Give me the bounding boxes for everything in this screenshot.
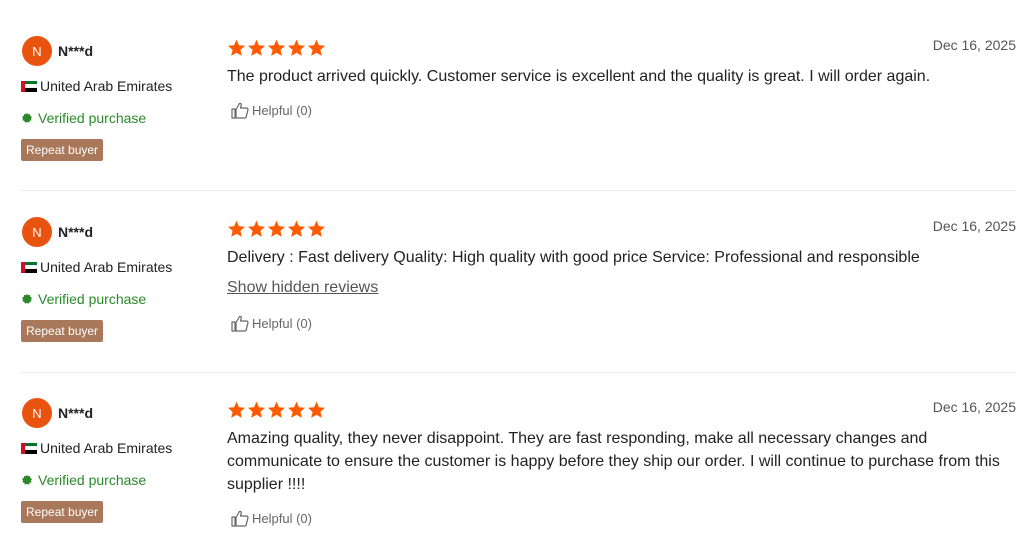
avatar: N <box>22 398 52 428</box>
star-icon <box>267 220 286 238</box>
star-icon <box>227 220 246 238</box>
uae-flag-icon <box>21 261 37 273</box>
thumbs-up-icon <box>231 510 249 527</box>
uae-flag-icon <box>21 442 37 454</box>
repeat-buyer-badge: Repeat buyer <box>21 139 104 161</box>
review-body: Dec 16, 2025 The product arrived quickly… <box>227 34 1016 119</box>
reviewer-name: N***d <box>58 405 94 421</box>
helpful-label: Helpful (0) <box>252 316 312 331</box>
star-icon <box>247 401 266 419</box>
star-icon <box>287 220 306 238</box>
review-item: N N***d United Arab Emirates Verified pu… <box>20 396 1016 536</box>
star-icon <box>287 39 306 57</box>
review-text: The product arrived quickly. Customer se… <box>227 68 931 85</box>
star-icon <box>227 39 246 57</box>
verified-icon <box>22 113 32 123</box>
verified-purchase-label: Verified purchase <box>38 472 147 488</box>
star-icon <box>287 401 306 419</box>
verified-purchase-label: Verified purchase <box>38 110 147 126</box>
review-item: N N***d United Arab Emirates Verified pu… <box>20 215 1016 373</box>
uae-flag-icon <box>21 80 37 92</box>
thumbs-up-icon <box>231 315 249 332</box>
reviewer-info: N N***d United Arab Emirates Verified pu… <box>20 215 220 342</box>
star-icon <box>307 39 326 57</box>
rating-stars <box>227 218 1016 240</box>
star-icon <box>227 401 246 419</box>
verified-purchase-label: Verified purchase <box>38 291 147 307</box>
review-item: N N***d United Arab Emirates Verified pu… <box>20 34 1016 191</box>
review-text: Amazing quality, they never disappoint. … <box>227 430 1000 493</box>
helpful-label: Helpful (0) <box>252 103 312 118</box>
star-icon <box>267 39 286 57</box>
reviewer-name: N***d <box>58 43 94 59</box>
reviewer-info: N N***d United Arab Emirates Verified pu… <box>20 396 220 523</box>
avatar: N <box>22 36 52 66</box>
rating-stars <box>227 399 1016 421</box>
star-icon <box>247 220 266 238</box>
review-text: Delivery : Fast delivery Quality: High q… <box>227 249 920 266</box>
helpful-button[interactable]: Helpful (0) <box>231 510 1016 527</box>
review-body: Dec 16, 2025 Delivery : Fast delivery Qu… <box>227 215 1016 332</box>
reviewer-country: United Arab Emirates <box>40 259 173 275</box>
star-icon <box>267 401 286 419</box>
verified-icon <box>22 294 32 304</box>
repeat-buyer-badge: Repeat buyer <box>21 501 104 523</box>
review-date: Dec 16, 2025 <box>932 399 1016 415</box>
helpful-button[interactable]: Helpful (0) <box>231 315 1016 332</box>
reviewer-name: N***d <box>58 224 94 240</box>
divider <box>20 372 1016 373</box>
divider <box>20 190 1016 191</box>
repeat-buyer-badge: Repeat buyer <box>21 320 104 342</box>
verified-icon <box>22 475 32 485</box>
star-icon <box>307 220 326 238</box>
helpful-button[interactable]: Helpful (0) <box>231 102 1016 119</box>
review-body: Dec 16, 2025 Amazing quality, they never… <box>227 396 1016 527</box>
review-date: Dec 16, 2025 <box>932 37 1016 53</box>
reviewer-country: United Arab Emirates <box>40 78 173 94</box>
rating-stars <box>227 37 1016 59</box>
helpful-label: Helpful (0) <box>252 511 312 526</box>
thumbs-up-icon <box>231 102 249 119</box>
star-icon <box>307 401 326 419</box>
star-icon <box>247 39 266 57</box>
show-hidden-reviews-link[interactable]: Show hidden reviews <box>227 279 378 297</box>
reviewer-country: United Arab Emirates <box>40 440 173 456</box>
review-date: Dec 16, 2025 <box>932 218 1016 234</box>
avatar: N <box>22 217 52 247</box>
reviewer-info: N N***d United Arab Emirates Verified pu… <box>20 34 220 161</box>
